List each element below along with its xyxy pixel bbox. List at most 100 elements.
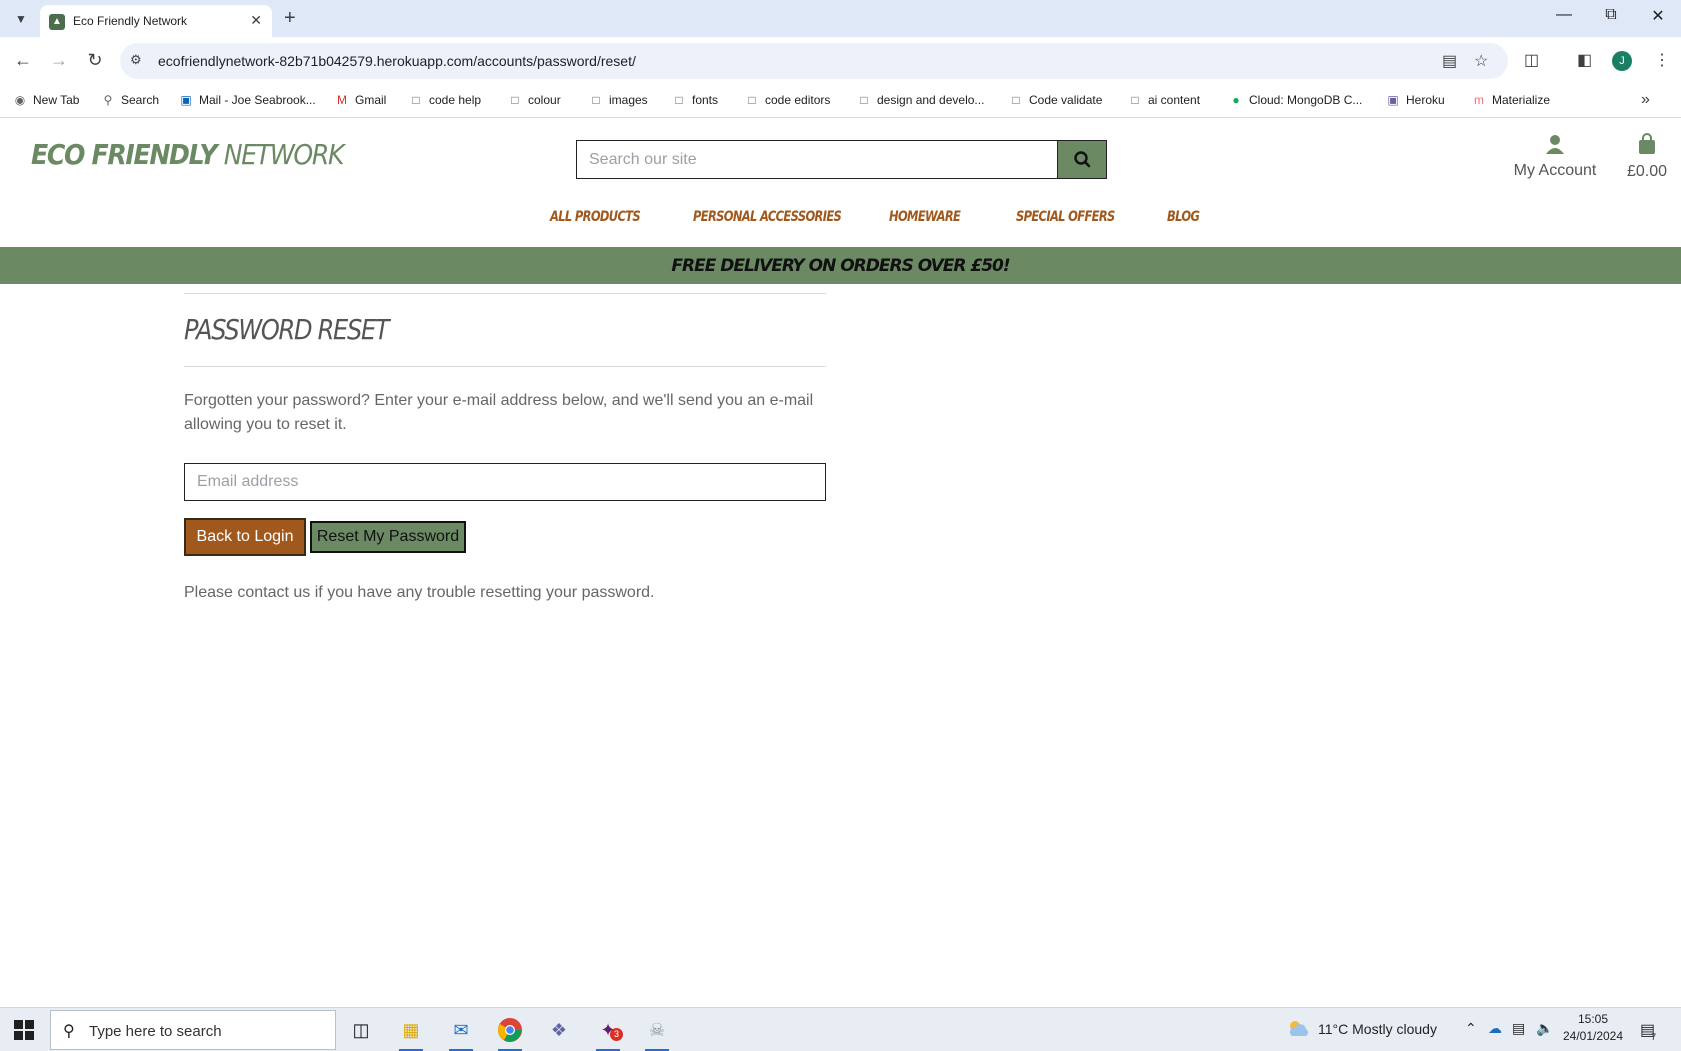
chrome-icon[interactable] [494,1014,526,1051]
reset-password-button[interactable]: Reset My Password [310,521,466,553]
bookmark-fonts[interactable]: □ fonts [672,93,718,107]
minimize-icon[interactable]: — [1549,6,1579,24]
address-bar[interactable]: ⚙ ecofriendlynetwork-82b71b042579.heroku… [120,43,1508,79]
close-tab-icon[interactable]: ✕ [250,12,262,29]
nav-homeware[interactable]: HOMEWARE [889,209,961,225]
card-icon[interactable]: ▤ [1442,51,1457,71]
site-info-icon[interactable]: ⚙ [130,52,142,68]
network-icon[interactable]: ▤ [1512,1020,1525,1037]
bookmark-ai-content[interactable]: □ ai content [1128,93,1200,107]
bookmarks-bar: ◉ New Tab ⚲ Search ▣ Mail - Joe Seabrook...… [0,86,1681,118]
url-text[interactable]: ecofriendlynetwork-82b71b042579.herokuap… [158,53,636,69]
restore-icon[interactable]: ⧉ [1596,6,1626,24]
site-search-input[interactable] [577,141,1057,178]
magnifier-icon [1074,151,1091,168]
copilot-icon[interactable]: ❖ [543,1014,575,1046]
bag-total: £0.00 [1626,163,1668,180]
page-title: PASSWORD RESET [184,313,390,346]
search-icon: ⚲ [63,1023,75,1040]
folder-icon: □ [675,93,683,107]
bookmark-materialize[interactable]: m Materialize [1472,93,1550,107]
profile-avatar[interactable]: J [1612,51,1632,71]
bookmark-star-icon[interactable]: ☆ [1474,51,1488,71]
my-account-label: My Account [1513,162,1597,179]
user-icon [1510,133,1600,160]
bookmark-search[interactable]: ⚲ Search [101,93,159,107]
file-explorer-icon[interactable]: ▦ [395,1014,427,1051]
volume-icon[interactable]: 🔈 [1536,1020,1553,1037]
notification-count: 7 [1651,1032,1657,1042]
site-search [576,140,1107,179]
my-account-link[interactable]: My Account [1510,133,1600,180]
tab-search-chevron-icon[interactable]: ▼ [10,9,32,29]
password-reset-section: PASSWORD RESET Forgotten your password? … [184,293,826,602]
site-favicon-icon: ▲ [49,14,65,30]
divider [184,293,826,294]
folder-icon: □ [592,93,600,107]
back-to-login-button[interactable]: Back to Login [184,518,306,556]
notification-center-icon[interactable]: ▤7 [1640,1020,1660,1042]
bookmark-code-validate[interactable]: □ Code validate [1009,93,1102,107]
bookmark-heroku[interactable]: ▣ Heroku [1386,93,1444,107]
bookmark-gmail[interactable]: M Gmail [335,93,386,107]
materialize-icon: m [1474,93,1484,107]
new-tab-icon[interactable]: + [284,7,296,30]
slack-badge: 3 [610,1028,623,1041]
mail-icon[interactable]: ✉ [445,1014,477,1051]
taskbar-search-text: Type here to search [89,1023,222,1040]
bookmark-mongodb[interactable]: ● Cloud: MongoDB C... [1229,93,1362,107]
bookmark-design[interactable]: □ design and develo... [857,93,984,107]
bookmark-colour[interactable]: □ colour [508,93,560,107]
slack-icon[interactable]: ✦ 3 [592,1014,624,1051]
windows-start-icon[interactable] [14,1020,34,1040]
extensions-icon[interactable]: ◫ [1524,50,1539,70]
folder-icon: □ [860,93,868,107]
help-text: Please contact us if you have any troubl… [184,584,655,601]
gimp-icon[interactable]: ☠ [641,1014,673,1051]
folder-icon: □ [412,93,420,107]
search-icon: ⚲ [103,93,113,107]
show-hidden-icons-chevron-icon[interactable]: ⌃ [1465,1020,1477,1037]
weather-text[interactable]: 11°C Mostly cloudy [1318,1021,1437,1037]
folder-icon: □ [1012,93,1020,107]
task-view-icon[interactable]: ◫ [345,1014,377,1046]
nav-personal-accessories[interactable]: PERSONAL ACCESSORIES [693,209,842,225]
site-logo[interactable]: ECO FRIENDLY NETWORK [31,138,345,171]
windows-taskbar: ⚲ Type here to search ◫ ▦ ✉ ❖ ✦ 3 ☠ 11°C … [0,1007,1681,1051]
more-bookmarks-icon[interactable]: » [1641,91,1650,109]
taskbar-search[interactable]: ⚲ Type here to search [50,1010,336,1050]
back-arrow-icon[interactable]: ← [11,50,35,71]
tab-title: Eco Friendly Network [73,14,188,28]
form-actions: Back to Login Reset My Password [184,518,826,556]
globe-icon: ◉ [14,93,26,107]
delivery-banner-text: FREE DELIVERY ON ORDERS OVER £50! [671,256,1010,276]
cloudy-weather-icon[interactable] [1286,1018,1310,1038]
close-window-icon[interactable]: ✕ [1643,6,1673,26]
bookmark-mail[interactable]: ▣ Mail - Joe Seabrook... [179,93,315,107]
bookmark-code-editors[interactable]: □ code editors [745,93,830,107]
nav-special-offers[interactable]: SPECIAL OFFERS [1016,209,1115,225]
folder-icon: □ [748,93,756,107]
email-field[interactable] [184,463,826,501]
reload-icon[interactable]: ↻ [83,50,107,71]
intro-text: Forgotten your password? Enter your e-ma… [184,392,814,433]
clock-date: 24/01/2024 [1562,1029,1624,1043]
web-page: ECO FRIENDLY NETWORK My Account £0.00 AL… [0,119,1681,1007]
shopping-bag-link[interactable]: £0.00 [1622,133,1672,181]
gmail-icon: M [337,93,347,107]
onedrive-cloud-icon[interactable]: ☁ [1488,1020,1502,1037]
divider [184,366,826,367]
browser-tab[interactable]: ▲ Eco Friendly Network ✕ [40,5,272,37]
nav-blog[interactable]: BLOG [1167,209,1200,225]
bookmark-new-tab[interactable]: ◉ New Tab [13,93,80,107]
bookmark-images[interactable]: □ images [589,93,647,107]
nav-all-products[interactable]: ALL PRODUCTS [550,209,641,225]
forward-arrow-icon[interactable]: → [47,50,71,71]
bookmark-code-help[interactable]: □ code help [409,93,481,107]
side-panel-icon[interactable]: ◧ [1577,50,1592,70]
main-navigation: ALL PRODUCTS PERSONAL ACCESSORIES HOMEWA… [0,209,1681,239]
taskbar-clock[interactable]: 15:05 24/01/2024 [1560,1011,1626,1045]
search-button[interactable] [1057,141,1106,178]
menu-kebab-icon[interactable]: ⋮ [1654,50,1670,70]
folder-icon: □ [1131,93,1139,107]
